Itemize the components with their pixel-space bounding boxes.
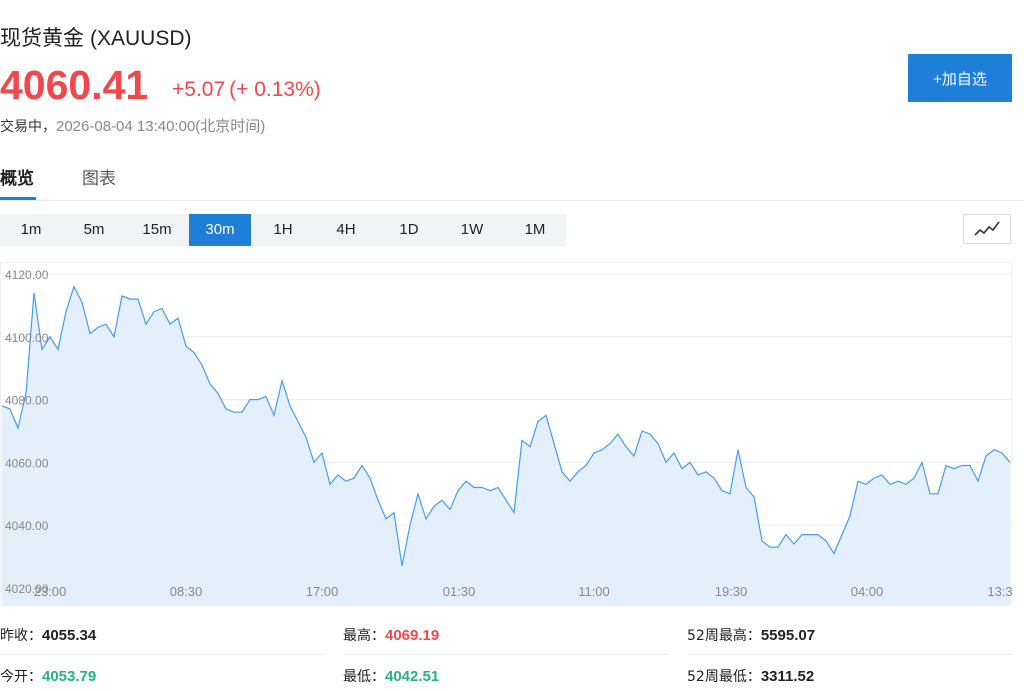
stat-high: 最高：4069.19 (343, 625, 439, 645)
tab-chart[interactable]: 图表 (82, 164, 116, 189)
interval-selector: 1m 5m 15m 30m 1H 4H 1D 1W 1M (0, 214, 566, 246)
status-label: 交易中， (0, 119, 56, 135)
tab-bar: 概览 图表 (0, 160, 1024, 200)
interval-1m[interactable]: 1m (0, 214, 62, 246)
stat-label: 今开： (0, 669, 42, 685)
x-tick-label: 19:30 (715, 584, 748, 599)
instrument-code: (XAUUSD) (90, 27, 192, 50)
y-tick-label: 4100.00 (5, 331, 49, 345)
x-tick-label: 11:00 (578, 584, 610, 599)
x-tick-label: 13:3 (987, 584, 1012, 599)
price-chart-svg: 4120.004100.004080.004060.004040.004020.… (0, 262, 1012, 606)
stat-value: 3311.52 (760, 668, 815, 685)
y-tick-label: 4040.00 (5, 519, 49, 533)
y-tick-label: 4120.00 (5, 268, 49, 282)
stat-divider (343, 654, 668, 655)
add-to-watchlist-button[interactable]: +加自选 (908, 54, 1012, 102)
interval-5m[interactable]: 5m (63, 214, 125, 246)
change-percent: (+ 0.13%) (229, 78, 321, 101)
price-chart[interactable]: 4120.00 4100.00 4080.00 4060.00 4040.00 4020.… (0, 262, 1012, 606)
trading-status: 交易中，2026-08-04 13:40:00(北京时间) (0, 115, 265, 136)
stat-value: 4053.79 (42, 668, 97, 685)
interval-1mo[interactable]: 1M (504, 214, 566, 246)
interval-1h[interactable]: 1H (252, 214, 314, 246)
stat-label: 最低： (343, 669, 385, 685)
stat-value: 4042.51 (385, 668, 440, 685)
stat-value: 4069.19 (385, 627, 440, 644)
tabs-divider (0, 200, 1024, 201)
chart-type-button[interactable] (963, 214, 1011, 244)
stat-label: 52周最低： (687, 669, 761, 685)
stat-prev-close: 昨收：4055.34 (0, 625, 96, 645)
instrument-name: 现货黄金 (0, 26, 84, 50)
change-value: +5.07 (172, 78, 226, 101)
tab-overview[interactable]: 概览 (0, 164, 34, 189)
x-tick-label: 17:00 (306, 584, 339, 599)
line-chart-icon (974, 221, 1000, 236)
interval-1w[interactable]: 1W (441, 214, 503, 246)
interval-15m[interactable]: 15m (126, 214, 188, 246)
stat-label: 最高： (343, 628, 385, 644)
stat-open: 今开：4053.79 (0, 666, 96, 686)
stat-value: 5595.07 (760, 627, 816, 644)
stat-value: 4055.34 (42, 627, 97, 644)
interval-30m[interactable]: 30m (189, 214, 251, 246)
timezone-label: (北京时间) (195, 118, 266, 135)
y-tick-label: 4060.00 (5, 456, 49, 470)
stat-label: 昨收： (0, 628, 42, 644)
x-tick-label: 04:00 (851, 584, 884, 599)
stat-52w-low: 52周最低：3311.52 (687, 666, 814, 686)
price-change: +5.07 (+ 0.13%) (172, 78, 321, 102)
y-tick-label: 4080.00 (5, 394, 49, 408)
x-tick-label: 01:30 (443, 584, 476, 599)
interval-1d[interactable]: 1D (378, 214, 440, 246)
stat-52w-high: 52周最高：5595.07 (687, 625, 815, 645)
quote-time: 2026-08-04 13:40:00 (56, 118, 196, 135)
current-price: 4060.41 (0, 62, 149, 108)
stat-label: 52周最高： (687, 628, 761, 644)
x-tick-label: 08:30 (170, 584, 203, 599)
instrument-title: 现货黄金 (XAUUSD) (0, 22, 192, 52)
stat-divider (0, 654, 325, 655)
interval-4h[interactable]: 4H (315, 214, 377, 246)
stat-low: 最低：4042.51 (343, 666, 439, 686)
stat-divider (687, 654, 1012, 655)
x-tick-label: 23:00 (34, 584, 67, 599)
